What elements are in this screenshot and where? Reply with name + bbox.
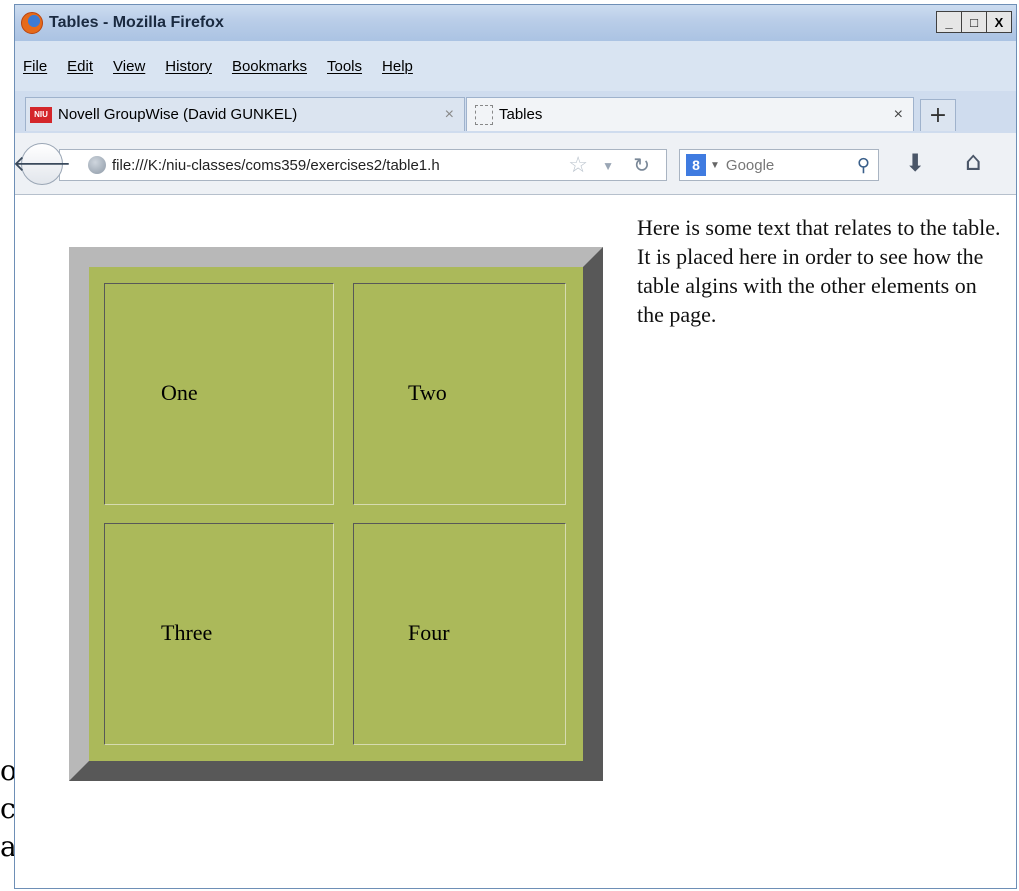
home-icon[interactable]: ⌂ [965, 147, 982, 177]
bookmark-star-icon[interactable]: ☆ [568, 152, 588, 178]
back-arrow-icon: 🡐 [12, 152, 72, 177]
background-letter: o [0, 754, 14, 787]
demo-table: One Two Three Four [69, 247, 603, 781]
page-content: One Two Three Four Here is some text tha… [15, 195, 1016, 888]
cell-text: Four [408, 620, 450, 645]
search-input[interactable]: Google [726, 157, 774, 174]
tab-close-icon[interactable]: × [894, 106, 903, 124]
window-controls: _ □ X [936, 11, 1012, 33]
cell-text: Three [161, 620, 213, 645]
tab-tables[interactable]: Tables × [466, 97, 914, 131]
history-dropdown-icon[interactable]: ▼ [602, 159, 614, 173]
url-bar[interactable]: file:///K:/niu-classes/coms359/exercises… [59, 149, 667, 181]
menu-bookmarks[interactable]: Bookmarks [232, 58, 307, 75]
table-cell: Four [353, 523, 566, 745]
table-cell: Two [353, 283, 566, 505]
maximize-button[interactable]: □ [961, 11, 987, 33]
niu-icon: NIU [30, 106, 52, 123]
tab-close-icon[interactable]: × [445, 106, 454, 124]
tab-bar: NIU Novell GroupWise (David GUNKEL) × Ta… [15, 91, 1016, 133]
blank-page-icon [475, 104, 493, 125]
side-paragraph: Here is some text that relates to the ta… [637, 215, 1001, 327]
tab-label: Novell GroupWise (David GUNKEL) [58, 106, 298, 123]
cell-text: One [161, 380, 198, 405]
menu-help[interactable]: Help [382, 58, 413, 75]
browser-window: Tables - Mozilla Firefox _ □ X File Edit… [13, 4, 1017, 889]
menu-edit[interactable]: Edit [67, 58, 93, 75]
globe-icon [88, 156, 106, 174]
tab-label: Tables [499, 106, 543, 123]
url-text[interactable]: file:///K:/niu-classes/coms359/exercises… [112, 157, 552, 174]
download-icon[interactable]: ⬇ [905, 149, 925, 177]
new-tab-button[interactable]: + [920, 99, 956, 131]
search-icon[interactable]: ⚲ [857, 155, 870, 176]
menu-bar: File Edit View History Bookmarks Tools H… [15, 41, 1016, 91]
minimize-button[interactable]: _ [936, 11, 962, 33]
search-engine-icon[interactable]: 8 [686, 154, 706, 176]
menu-view[interactable]: View [113, 58, 145, 75]
table-cell: One [104, 283, 334, 505]
table-cell: Three [104, 523, 334, 745]
firefox-logo-icon [21, 12, 43, 34]
background-page-fragment: o c a [0, 752, 14, 872]
tab-groupwise[interactable]: NIU Novell GroupWise (David GUNKEL) × [25, 97, 465, 131]
search-bar[interactable]: 8 ▼ Google ⚲ [679, 149, 879, 181]
search-engine-caret-icon[interactable]: ▼ [710, 160, 720, 171]
title-bar[interactable]: Tables - Mozilla Firefox _ □ X [15, 5, 1016, 41]
cell-text: Two [408, 380, 447, 405]
menu-file[interactable]: File [23, 58, 47, 75]
back-button[interactable]: 🡐 [13, 143, 72, 185]
navigation-toolbar: file:///K:/niu-classes/coms359/exercises… [13, 133, 1016, 195]
background-letter: c [0, 792, 14, 825]
window-title: Tables - Mozilla Firefox [49, 14, 224, 31]
close-button[interactable]: X [986, 11, 1012, 33]
background-letter: a [0, 830, 14, 863]
menu-history[interactable]: History [165, 58, 212, 75]
menu-tools[interactable]: Tools [327, 58, 362, 75]
reload-icon[interactable]: ↻ [633, 153, 650, 178]
